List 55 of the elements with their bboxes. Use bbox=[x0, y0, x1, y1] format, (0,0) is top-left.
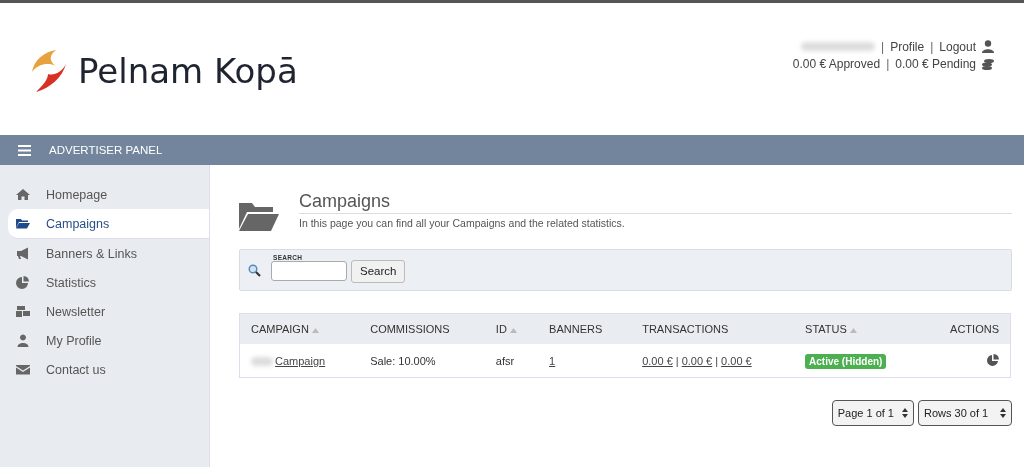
coins-icon bbox=[982, 57, 994, 70]
transaction-link[interactable]: 0.00 € bbox=[642, 354, 673, 367]
megaphone-icon bbox=[16, 247, 30, 260]
table-cell: afsr bbox=[484, 344, 539, 378]
logo-text: Pelnam Kopā bbox=[78, 51, 298, 91]
menu-icon[interactable] bbox=[18, 144, 31, 156]
pie-chart-icon[interactable] bbox=[987, 353, 999, 366]
separator: | bbox=[881, 39, 885, 54]
user-icon bbox=[16, 334, 30, 347]
column-header[interactable]: ACTIONS bbox=[922, 313, 1011, 344]
column-header[interactable]: ID bbox=[484, 313, 539, 344]
sidebar-item[interactable]: Homepage bbox=[0, 180, 209, 209]
mail-icon bbox=[16, 363, 30, 376]
separator: | bbox=[715, 354, 719, 367]
separator: | bbox=[886, 56, 890, 71]
page-subtitle: In this page you can find all your Campaigns and the related statistics. bbox=[299, 217, 626, 229]
column-header[interactable]: COMMISSIONS bbox=[359, 313, 485, 344]
user-icon bbox=[982, 40, 994, 53]
home-icon bbox=[16, 188, 30, 201]
search-field[interactable] bbox=[271, 260, 347, 281]
newsletter-icon bbox=[16, 305, 30, 318]
transaction-link[interactable]: 0.00 € bbox=[721, 354, 752, 367]
banners-link[interactable]: 1 bbox=[549, 354, 556, 367]
status-badge: Active (Hidden) bbox=[805, 353, 887, 369]
sidebar-item[interactable]: Statistics bbox=[0, 268, 209, 297]
header-link[interactable]: Logout bbox=[939, 39, 976, 54]
updown-icon bbox=[1000, 408, 1006, 418]
sidebar-item[interactable]: Newsletter bbox=[0, 297, 209, 326]
column-header[interactable]: CAMPAIGN bbox=[239, 313, 360, 344]
sidebar-item[interactable]: Campaigns bbox=[8, 209, 209, 239]
page-title: Campaigns bbox=[299, 191, 1012, 214]
folder-icon bbox=[239, 203, 279, 231]
page-select[interactable]: Page 1 of 1 bbox=[831, 400, 914, 426]
column-header[interactable]: STATUS bbox=[794, 313, 923, 344]
sidebar-item[interactable]: Banners & Links bbox=[0, 239, 209, 268]
rows-select[interactable]: Rows 30 of 1 bbox=[918, 400, 1012, 426]
folder-icon bbox=[16, 217, 30, 230]
sidebar-item[interactable]: Contact us bbox=[0, 355, 209, 384]
sidebar-item[interactable]: My Profile bbox=[0, 326, 209, 355]
search-button[interactable]: Search bbox=[351, 259, 406, 283]
column-header[interactable]: TRANSACTIONS bbox=[631, 313, 795, 344]
pie-icon bbox=[16, 276, 30, 289]
table-cell: Sale: 10.00% bbox=[359, 344, 485, 378]
separator: | bbox=[930, 39, 934, 54]
balance-text: 0.00 € Approved bbox=[792, 56, 881, 71]
separator: | bbox=[675, 354, 679, 367]
column-header[interactable]: BANNERS bbox=[538, 313, 632, 344]
transaction-link[interactable]: 0.00 € bbox=[681, 354, 713, 367]
balance-text: 0.00 € Pending bbox=[895, 56, 976, 71]
campaign-link[interactable]: Campaign bbox=[275, 354, 326, 367]
search-icon bbox=[248, 263, 261, 277]
header-link[interactable]: Profile bbox=[890, 39, 925, 54]
panel-title: ADVERTISER PANEL bbox=[49, 144, 163, 156]
redacted-mark bbox=[251, 357, 273, 367]
updown-icon bbox=[902, 408, 908, 418]
